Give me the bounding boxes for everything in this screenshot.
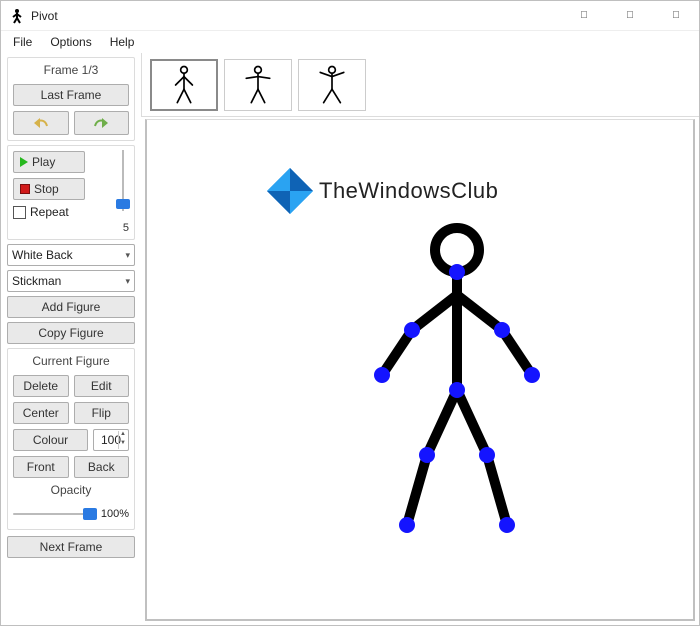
play-icon: [20, 157, 28, 167]
repeat-checkbox[interactable]: [13, 206, 26, 219]
delete-button[interactable]: Delete: [13, 375, 69, 397]
canvas[interactable]: TheWindowsClub: [145, 119, 695, 621]
figure-combo[interactable]: Stickman ▾: [7, 270, 135, 292]
last-frame-button[interactable]: Last Frame: [13, 84, 129, 106]
app-window: Pivot    File Options Help Frame 1/3 …: [0, 0, 700, 626]
flip-button[interactable]: Flip: [74, 402, 130, 424]
play-button[interactable]: Play: [13, 151, 85, 173]
chevron-up-icon[interactable]: ▲: [118, 431, 127, 440]
opacity-value: 100%: [101, 508, 129, 520]
frame-thumb-3[interactable]: [298, 59, 366, 111]
maximize-button[interactable]: : [607, 1, 653, 31]
chevron-down-icon[interactable]: ▼: [118, 440, 127, 449]
menu-help[interactable]: Help: [102, 33, 143, 51]
chevron-down-icon: ▾: [125, 250, 130, 261]
chevron-down-icon: ▾: [125, 276, 130, 287]
current-figure-group: Current Figure Delete Edit Center Flip C…: [7, 348, 135, 530]
menubar: File Options Help: [1, 31, 699, 53]
repeat-label: Repeat: [30, 205, 69, 219]
back-button[interactable]: Back: [74, 456, 130, 478]
stop-button[interactable]: Stop: [13, 178, 85, 200]
app-icon: [9, 8, 25, 24]
playback-group: Play Stop Repeat 5: [7, 145, 135, 240]
undo-button[interactable]: [13, 111, 69, 135]
edit-button[interactable]: Edit: [74, 375, 130, 397]
watermark-text: TheWindowsClub: [319, 178, 498, 204]
stickman-figure[interactable]: [357, 220, 557, 550]
speed-slider[interactable]: [116, 150, 130, 211]
menu-file[interactable]: File: [5, 33, 40, 51]
watermark: TheWindowsClub: [267, 168, 498, 214]
next-frame-button[interactable]: Next Frame: [7, 536, 135, 558]
frame-strip: [141, 53, 699, 117]
menu-options[interactable]: Options: [42, 33, 99, 51]
stop-icon: [20, 184, 30, 194]
frame-nav-group: Frame 1/3 Last Frame: [7, 57, 135, 141]
frame-thumb-1[interactable]: [150, 59, 218, 111]
current-figure-label: Current Figure: [13, 354, 129, 370]
add-figure-button[interactable]: Add Figure: [7, 296, 135, 318]
background-combo[interactable]: White Back ▾: [7, 244, 135, 266]
frame-counter: Frame 1/3: [13, 63, 129, 79]
window-title: Pivot: [31, 9, 58, 23]
colour-button[interactable]: Colour: [13, 429, 88, 451]
minimize-button[interactable]: : [561, 1, 607, 31]
copy-figure-button[interactable]: Copy Figure: [7, 322, 135, 344]
center-button[interactable]: Center: [13, 402, 69, 424]
close-button[interactable]: : [653, 1, 699, 31]
opacity-slider[interactable]: [13, 504, 97, 524]
front-button[interactable]: Front: [13, 456, 69, 478]
speed-value: 5: [13, 222, 129, 234]
windowsclub-logo-icon: [267, 168, 313, 214]
titlebar: Pivot   : [1, 1, 699, 31]
opacity-label: Opacity: [13, 483, 129, 499]
redo-button[interactable]: [74, 111, 130, 135]
scale-stepper[interactable]: 100 ▲▼: [93, 429, 129, 451]
frame-thumb-2[interactable]: [224, 59, 292, 111]
sidebar: Frame 1/3 Last Frame Play: [1, 53, 141, 625]
